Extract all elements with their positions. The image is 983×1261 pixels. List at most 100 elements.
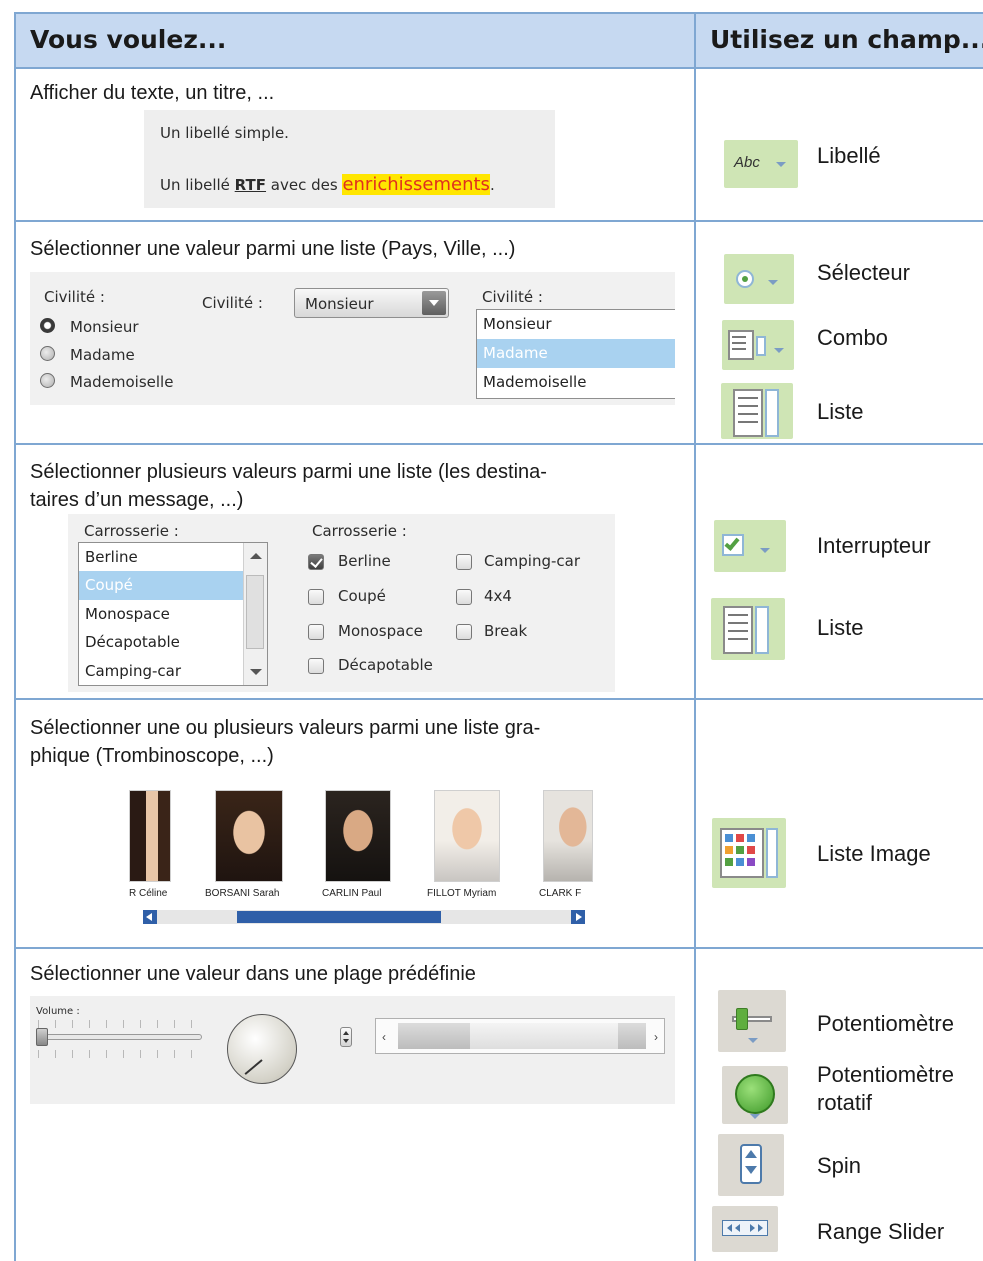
- combo-value: Monsieur: [305, 295, 374, 313]
- field-label-combo: Combo: [817, 325, 888, 350]
- range-lower-handle[interactable]: [398, 1023, 470, 1049]
- field-label-range-slider: Range Slider: [817, 1219, 945, 1244]
- photo-thumbnail[interactable]: [129, 790, 171, 882]
- row-4-description-line1: Sélectionner une ou plusieurs valeurs pa…: [30, 717, 541, 739]
- list-item[interactable]: Décapotable: [79, 628, 243, 657]
- checkbox-monospace[interactable]: [308, 624, 324, 640]
- image-list-icon: [712, 818, 786, 888]
- field-label-libelle: Libellé: [817, 143, 881, 168]
- horizontal-scrollbar[interactable]: [143, 910, 585, 924]
- rtf-label-text: Un libellé RTF avec des enrichissements.: [160, 174, 495, 195]
- field-label-liste-image: Liste Image: [817, 841, 931, 866]
- list-item[interactable]: Coupé: [79, 571, 243, 600]
- spin-button[interactable]: [340, 1027, 352, 1047]
- photo-thumbnail[interactable]: [434, 790, 500, 882]
- range-left-arrow-icon[interactable]: ‹: [382, 1030, 386, 1044]
- checkbox-label: Coupé: [338, 587, 386, 605]
- list-item[interactable]: Camping-car: [79, 657, 243, 686]
- photo-thumbnail[interactable]: [215, 790, 283, 882]
- row-3-description-line2: taires d’un message, ...): [30, 489, 244, 511]
- list-caption: Carrosserie :: [84, 522, 179, 540]
- list-item[interactable]: Monospace: [79, 600, 243, 629]
- scroll-right-icon[interactable]: [571, 910, 585, 924]
- slider-ticks-bottom: [38, 1050, 206, 1058]
- label-preview: Un libellé simple. Un libellé RTF avec d…: [144, 110, 555, 208]
- row-5-description: Sélectionner une valeur dans une plage p…: [30, 963, 476, 985]
- list-item[interactable]: Berline: [79, 543, 243, 572]
- checkbox-camping-car[interactable]: [456, 554, 472, 570]
- slider-ticks-top: [38, 1020, 206, 1028]
- radio-label: Madame: [70, 346, 135, 364]
- photo-name: BORSANI Sarah: [205, 888, 280, 899]
- photo-name: CARLIN Paul: [322, 888, 382, 899]
- checkbox-decapotable[interactable]: [308, 658, 324, 674]
- range-slider[interactable]: ‹ ›: [375, 1018, 665, 1054]
- photo-thumbnail[interactable]: [543, 790, 593, 882]
- radio-madame[interactable]: [40, 346, 55, 361]
- scroll-down-icon[interactable]: [250, 669, 262, 675]
- scroll-up-icon[interactable]: [250, 553, 262, 559]
- range-preview: Volume : ‹ ›: [30, 996, 675, 1104]
- header-col-wants: Vous voulez...: [30, 25, 227, 54]
- list-item[interactable]: Mademoiselle: [477, 368, 675, 397]
- field-guide-table: Vous voulez... Utilisez un champ... Affi…: [0, 0, 983, 1261]
- vertical-scrollbar[interactable]: [243, 543, 267, 685]
- radio-mademoiselle[interactable]: [40, 373, 55, 388]
- check-caption: Carrosserie :: [312, 522, 407, 540]
- checkbox-label: Décapotable: [338, 656, 433, 674]
- combo-caption: Civilité :: [202, 294, 263, 312]
- combo-icon: [722, 320, 794, 370]
- slider-thumb[interactable]: [36, 1028, 48, 1046]
- checkbox-berline[interactable]: [308, 554, 324, 570]
- radio-monsieur[interactable]: [40, 318, 55, 333]
- checkbox-break[interactable]: [456, 624, 472, 640]
- field-label-liste: Liste: [817, 399, 864, 424]
- scroll-left-icon[interactable]: [143, 910, 157, 924]
- spin-icon: [718, 1134, 784, 1196]
- rotary-knob[interactable]: [227, 1014, 297, 1084]
- field-label-liste: Liste: [817, 615, 864, 640]
- field-label-interrupteur: Interrupteur: [817, 533, 931, 558]
- range-right-arrow-icon[interactable]: ›: [654, 1030, 658, 1044]
- carrosserie-listbox[interactable]: Berline Coupé Monospace Décapotable Camp…: [78, 542, 268, 686]
- table-top-border: [14, 12, 983, 14]
- checkbox-label: Monospace: [338, 622, 423, 640]
- checkbox-coupe[interactable]: [308, 589, 324, 605]
- volume-slider-track[interactable]: [38, 1034, 202, 1040]
- single-choice-preview: Civilité : Monsieur Madame Mademoiselle …: [30, 272, 675, 405]
- list-item[interactable]: Monsieur: [477, 310, 675, 339]
- field-label-potentiometre-rotatif-1: Potentiomètre: [817, 1062, 954, 1087]
- radio-label: Monsieur: [70, 318, 139, 336]
- column-divider: [694, 12, 696, 1261]
- row-2-description: Sélectionner une valeur parmi une liste …: [30, 238, 516, 260]
- photo-thumbnail[interactable]: [325, 790, 391, 882]
- chevron-down-icon[interactable]: [422, 291, 446, 315]
- scroll-thumb[interactable]: [237, 911, 441, 923]
- photo-name: CLARK F: [539, 888, 582, 899]
- multi-choice-preview: Carrosserie : Berline Coupé Monospace Dé…: [68, 514, 615, 692]
- civility-combo[interactable]: Monsieur: [294, 288, 449, 318]
- list-icon: [711, 598, 785, 660]
- checkbox-4x4[interactable]: [456, 589, 472, 605]
- list-icon: [721, 383, 793, 439]
- abc-label-icon: Abc: [724, 140, 798, 188]
- list-caption: Civilité :: [482, 288, 543, 306]
- header-divider: [14, 67, 983, 69]
- row-3-description-line1: Sélectionner plusieurs valeurs parmi une…: [30, 461, 547, 483]
- list-item[interactable]: Madame: [477, 339, 675, 368]
- civility-listbox[interactable]: Monsieur Madame Mademoiselle: [476, 309, 675, 399]
- simple-label-text: Un libellé simple.: [160, 124, 289, 142]
- checkbox-label: Break: [484, 622, 528, 640]
- slider-icon: [718, 990, 786, 1052]
- checkbox-label: Berline: [338, 552, 391, 570]
- field-label-potentiometre-rotatif-2: rotatif: [817, 1090, 873, 1115]
- photo-name: R Céline: [129, 888, 168, 899]
- field-label-spin: Spin: [817, 1153, 862, 1178]
- row-divider-1: [14, 220, 983, 222]
- range-upper-handle[interactable]: [618, 1023, 646, 1049]
- table-left-border: [14, 12, 16, 1261]
- scroll-thumb[interactable]: [246, 575, 264, 649]
- range-selected-area[interactable]: [470, 1023, 618, 1049]
- rotary-knob-icon: [722, 1066, 788, 1124]
- photo-name: FILLOT Myriam: [427, 888, 497, 899]
